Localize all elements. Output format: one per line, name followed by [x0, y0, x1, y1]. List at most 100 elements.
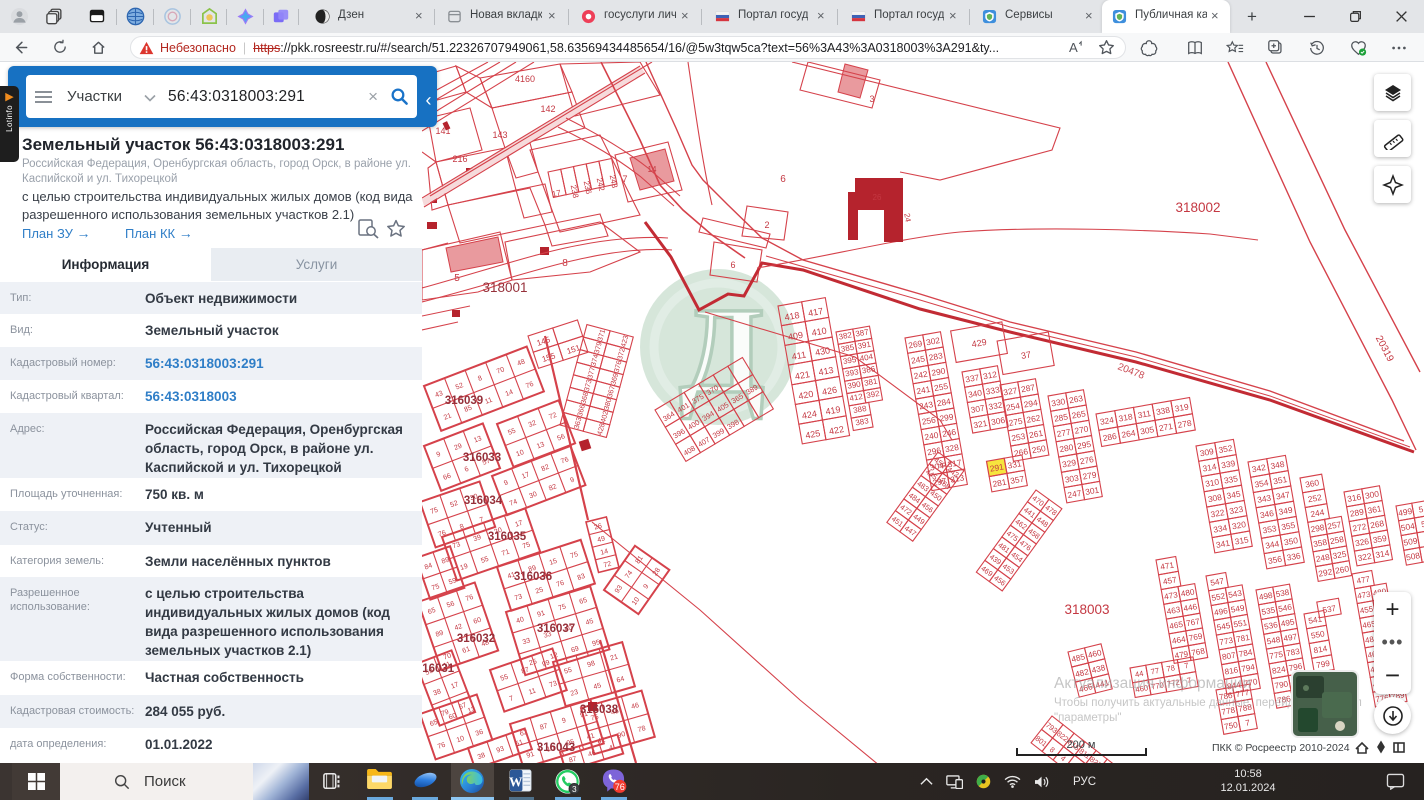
svg-text:40: 40 [515, 616, 525, 625]
svg-text:412: 412 [849, 392, 864, 403]
svg-text:425: 425 [805, 428, 822, 440]
svg-text:268: 268 [1369, 518, 1385, 530]
svg-text:348: 348 [1270, 459, 1286, 471]
svg-text:316043: 316043 [537, 742, 575, 754]
svg-text:75: 75 [569, 551, 579, 560]
svg-text:7: 7 [1184, 661, 1190, 671]
svg-text:254: 254 [1005, 400, 1021, 412]
svg-text:13: 13 [536, 441, 546, 450]
svg-text:548: 548 [1266, 635, 1281, 646]
svg-text:376: 376 [612, 359, 624, 373]
svg-text:72: 72 [603, 561, 612, 570]
svg-text:29: 29 [453, 443, 463, 452]
svg-text:361: 361 [1367, 503, 1383, 515]
svg-text:17: 17 [521, 471, 531, 480]
svg-text:24: 24 [902, 212, 913, 223]
svg-text:325: 325 [1332, 549, 1348, 561]
svg-text:52: 52 [455, 382, 465, 391]
svg-text:216: 216 [452, 154, 467, 164]
svg-text:9: 9 [643, 583, 651, 590]
svg-text:26: 26 [873, 193, 882, 202]
svg-text:56: 56 [556, 433, 566, 442]
svg-text:303: 303 [1064, 472, 1080, 484]
svg-text:541: 541 [1308, 614, 1323, 625]
svg-text:316036: 316036 [514, 571, 552, 583]
svg-text:4160: 4160 [515, 74, 535, 84]
svg-text:344: 344 [1264, 538, 1280, 550]
svg-text:310: 310 [1204, 477, 1220, 489]
svg-text:485: 485 [1071, 652, 1087, 664]
svg-text:318: 318 [1118, 411, 1134, 423]
svg-text:332: 332 [988, 400, 1004, 412]
svg-text:143: 143 [492, 130, 507, 140]
svg-text:248: 248 [1315, 552, 1331, 564]
svg-text:55: 55 [480, 556, 490, 565]
svg-text:750: 750 [1223, 720, 1238, 731]
svg-text:41: 41 [586, 732, 596, 741]
svg-text:342: 342 [1251, 462, 1267, 474]
svg-text:316031: 316031 [422, 663, 455, 675]
svg-text:358: 358 [1312, 537, 1328, 549]
svg-text:10: 10 [631, 596, 641, 606]
svg-text:460: 460 [1087, 648, 1103, 660]
svg-text:W: W [509, 774, 523, 789]
svg-text:367: 367 [605, 385, 617, 399]
svg-text:65: 65 [427, 607, 437, 616]
svg-text:371: 371 [595, 328, 607, 342]
svg-text:807: 807 [1221, 651, 1236, 662]
svg-text:381: 381 [863, 377, 878, 388]
svg-text:307: 307 [970, 403, 986, 415]
svg-text:269: 269 [907, 338, 923, 350]
svg-text:350: 350 [1283, 535, 1299, 547]
svg-text:13: 13 [473, 435, 483, 444]
svg-text:413: 413 [818, 365, 835, 377]
svg-text:60: 60 [473, 617, 483, 626]
svg-text:404: 404 [859, 352, 874, 363]
svg-text:301: 301 [1084, 485, 1100, 497]
svg-text:6: 6 [780, 174, 786, 185]
svg-text:305: 305 [1139, 424, 1155, 436]
svg-text:55: 55 [563, 667, 573, 676]
svg-text:775: 775 [1269, 650, 1284, 661]
svg-text:243: 243 [918, 399, 934, 411]
svg-text:73: 73 [514, 593, 524, 602]
svg-text:38: 38 [477, 752, 487, 761]
svg-text:256: 256 [921, 414, 937, 426]
svg-text:426: 426 [821, 385, 838, 397]
svg-text:316: 316 [1346, 492, 1362, 504]
svg-text:142: 142 [540, 104, 555, 114]
svg-text:87: 87 [539, 723, 549, 732]
svg-text:83: 83 [577, 573, 587, 582]
svg-text:56: 56 [446, 600, 456, 609]
svg-text:794: 794 [1241, 662, 1256, 673]
svg-text:33: 33 [522, 637, 532, 646]
svg-text:347: 347 [1275, 489, 1291, 501]
svg-text:42: 42 [454, 623, 464, 632]
svg-text:402: 402 [598, 410, 610, 424]
svg-text:423: 423 [618, 334, 630, 348]
svg-text:13: 13 [467, 706, 477, 715]
svg-text:418: 418 [784, 310, 801, 322]
svg-text:464: 464 [1171, 635, 1186, 646]
svg-text:424: 424 [801, 408, 818, 420]
svg-text:769: 769 [1188, 632, 1203, 643]
svg-text:252: 252 [1307, 492, 1323, 504]
svg-text:316039: 316039 [445, 395, 483, 407]
svg-text:390: 390 [847, 379, 862, 390]
svg-text:240: 240 [924, 430, 940, 442]
svg-text:552: 552 [1211, 591, 1226, 602]
svg-text:265: 265 [1071, 408, 1087, 420]
svg-text:373: 373 [582, 378, 594, 392]
svg-text:289: 289 [1349, 506, 1365, 518]
svg-text:37: 37 [1020, 349, 1032, 361]
svg-text:369: 369 [608, 372, 620, 386]
svg-text:66: 66 [442, 473, 452, 482]
svg-text:21: 21 [443, 412, 453, 421]
svg-text:814: 814 [1313, 644, 1328, 655]
svg-text:383: 383 [855, 416, 870, 427]
svg-text:91: 91 [526, 751, 536, 760]
svg-text:366: 366 [575, 403, 587, 417]
svg-text:328: 328 [944, 442, 960, 454]
svg-text:410: 410 [811, 326, 828, 338]
svg-text:309: 309 [1199, 446, 1215, 458]
